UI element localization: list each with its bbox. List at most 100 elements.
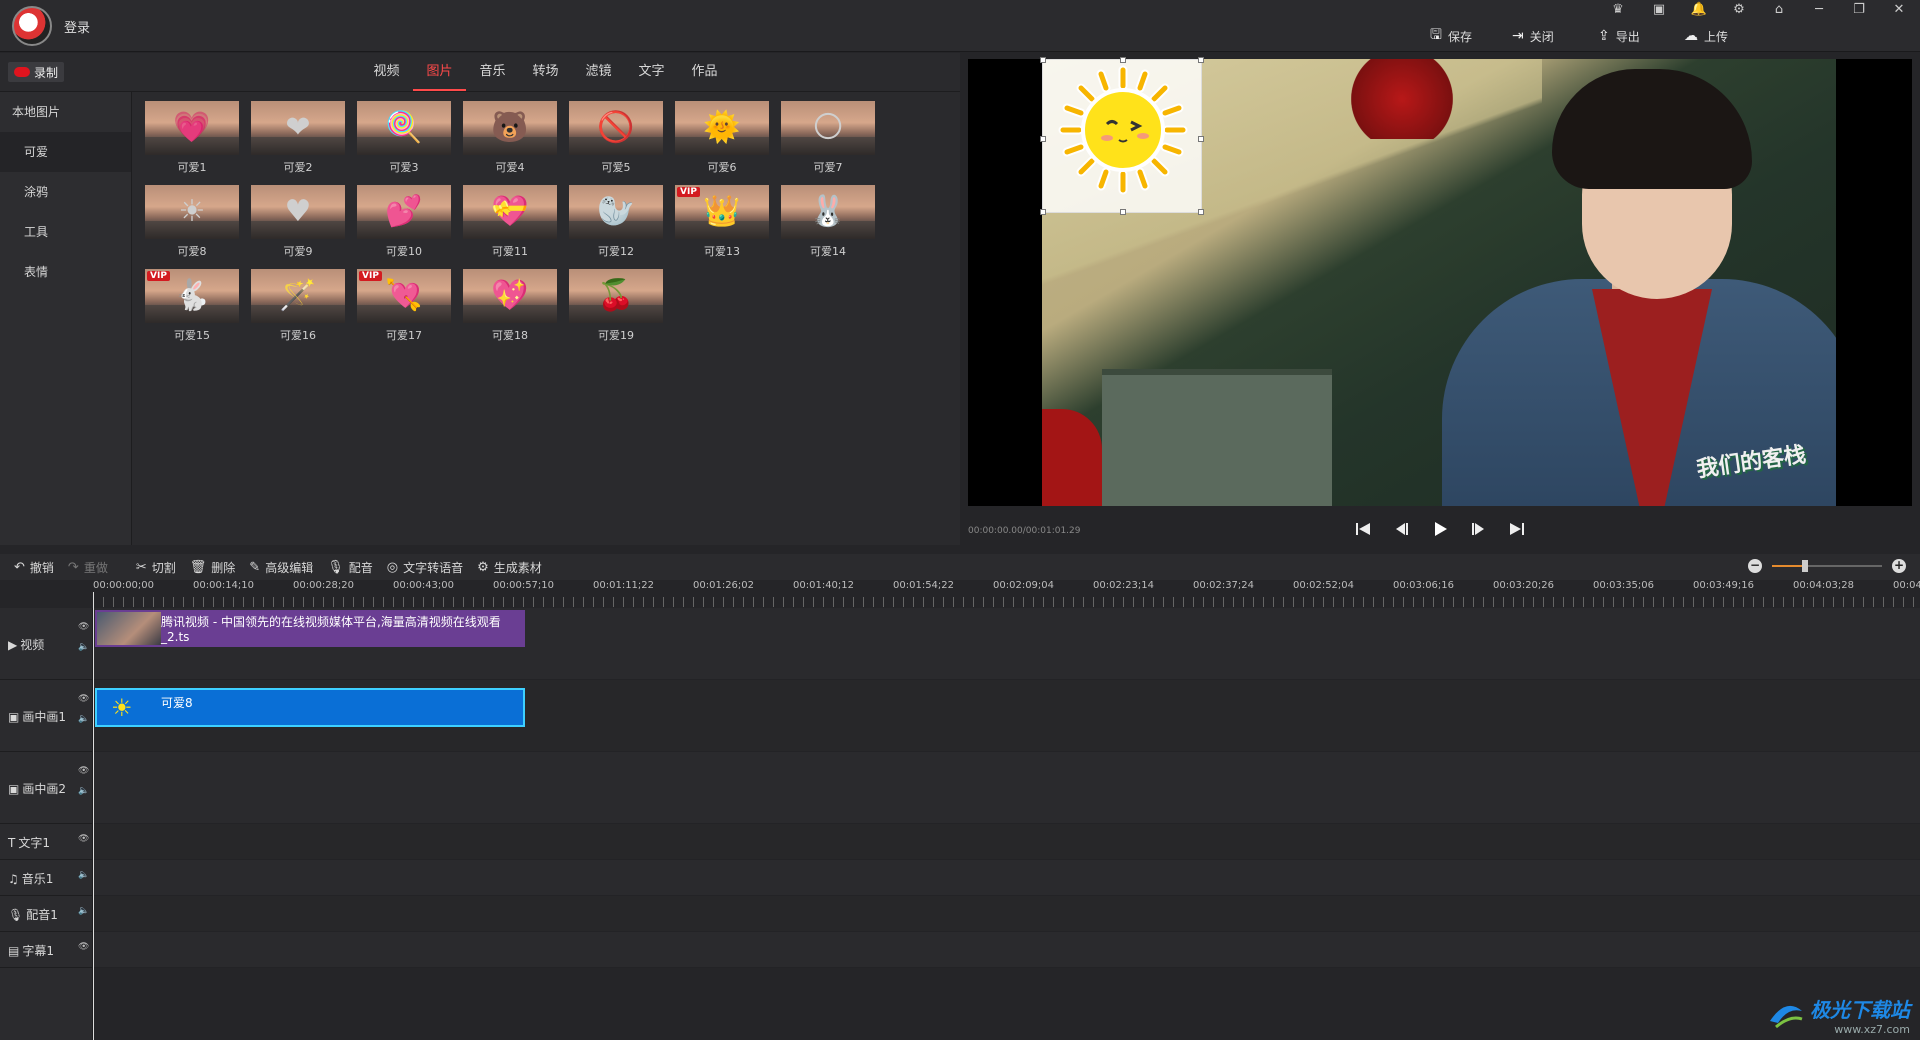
zoom-knob[interactable] [1802,560,1808,572]
resize-handle[interactable] [1120,209,1126,215]
video-clip[interactable]: 腾讯视频 - 中国领先的在线视频媒体平台,海量高清视频在线观看_2.ts [95,610,525,647]
tab-3[interactable]: 转场 [519,53,572,91]
play-button[interactable] [1429,517,1451,541]
sticker-thumb[interactable]: 🐰 可爱14 [781,185,875,265]
eye-icon[interactable]: 👁 [78,834,89,844]
sticker-thumb[interactable]: 🌞 可爱6 [675,101,769,181]
resize-handle[interactable] [1198,209,1204,215]
step-back-button[interactable] [1391,517,1413,541]
track-lane[interactable] [94,752,1920,824]
video-preview[interactable]: 我们的客栈 [968,57,1912,506]
timeline-empty-area[interactable] [0,968,1920,1040]
skip-to-start-button[interactable] [1352,517,1374,541]
speaker-icon[interactable]: 🔈 [78,786,89,796]
panel-splitter[interactable] [0,545,1920,554]
sticker-preview: ♥ [251,185,345,239]
tutorial-icon[interactable]: ▣ [1649,2,1669,20]
sticker-thumb[interactable]: 👑 VIP 可爱13 [675,185,769,265]
speaker-icon[interactable]: 🔈 [78,714,89,724]
speaker-icon[interactable]: 🔈 [78,870,89,880]
tab-4[interactable]: 滤镜 [572,53,625,91]
skin-icon[interactable]: ⌂ [1769,2,1789,20]
microphone-button[interactable]: 🎙 配音 [327,559,373,576]
skip-to-end-button[interactable] [1506,517,1528,541]
zoom-out-icon[interactable]: − [1748,559,1762,573]
sticker-thumb[interactable]: 🚫 可爱5 [569,101,663,181]
speaker-icon[interactable]: 🔈 [78,906,89,916]
record-button[interactable]: 录制 [8,62,64,82]
pencil-button[interactable]: ✎ 高级编辑 [249,559,313,576]
track-lane[interactable]: 腾讯视频 - 中国领先的在线视频媒体平台,海量高清视频在线观看_2.ts [94,608,1920,680]
sticker-thumb[interactable]: 🌕 可爱7 [781,101,875,181]
sidebar-item-3[interactable]: 工具 [0,212,131,252]
sidebar-item-1[interactable]: 可爱 [0,132,131,172]
timeline-ruler[interactable]: 00:00:00;00 00:00:14;10 00:00:28;20 00:00:4… [93,580,1920,608]
bell-icon[interactable]: 🔔 [1689,2,1709,20]
redo-button[interactable]: ↷ 重做 [68,559,108,576]
close-icon[interactable]: ✕ [1889,2,1909,20]
zoom-slider[interactable] [1772,560,1882,572]
track-header: ▤ 字幕1 👁 [0,932,93,968]
sticker-selection-box[interactable] [1040,57,1204,215]
track-lane[interactable] [94,824,1920,860]
upload-button[interactable]: ☁ 上传 [1684,26,1728,46]
sticker-thumb[interactable]: 🪄 可爱16 [251,269,345,349]
sticker-clip[interactable]: ☀ 可爱8 [95,688,525,727]
scissors-button[interactable]: ✂ 切割 [136,559,176,576]
sticker-thumb[interactable]: 🍒 可爱19 [569,269,663,349]
tab-2[interactable]: 音乐 [466,53,519,91]
sticker-thumb[interactable]: 💗 可爱1 [145,101,239,181]
eye-icon[interactable]: 👁 [78,622,89,632]
step-forward-button[interactable] [1468,517,1490,541]
save-button[interactable]: 🖫 保存 [1430,26,1472,46]
sticker-thumb[interactable]: 💕 可爱10 [357,185,451,265]
sidebar-item-4[interactable]: 表情 [0,252,131,292]
eye-icon[interactable]: 👁 [78,694,89,704]
resize-handle[interactable] [1198,136,1204,142]
tab-1[interactable]: 图片 [413,53,466,91]
skip-end-icon [1510,523,1525,535]
gear-icon[interactable]: ⚙ [1729,2,1749,20]
sticker-thumb[interactable]: ☀ 可爱8 [145,185,239,265]
trash-button[interactable]: 🗑 删除 [190,559,236,576]
tab-0[interactable]: 视频 [360,53,413,91]
speaker-icon[interactable]: 🔈 [78,642,89,652]
sticker-thumb[interactable]: ❤ 可爱2 [251,101,345,181]
sticker-thumb[interactable]: 🍭 可爱3 [357,101,451,181]
sticker-thumb[interactable]: 🐻 可爱4 [463,101,557,181]
export-button[interactable]: ⇪ 导出 [1598,26,1640,46]
track-lane[interactable]: ☀ 可爱8 [94,680,1920,752]
sticker-thumb[interactable]: 💖 可爱18 [463,269,557,349]
eye-icon[interactable]: 👁 [78,766,89,776]
resize-handle[interactable] [1040,136,1046,142]
sticker-thumb[interactable]: ♥ 可爱9 [251,185,345,265]
timeline-track: ♫ 音乐1 🔈 [0,860,1920,896]
close-project-button[interactable]: ⇥ 关闭 [1512,26,1554,46]
playhead[interactable] [93,592,94,1040]
track-lane[interactable] [94,860,1920,896]
zoom-in-icon[interactable]: + [1892,559,1906,573]
restore-icon[interactable]: ❐ [1849,2,1869,20]
app-logo[interactable] [12,6,52,46]
resize-handle[interactable] [1198,57,1204,63]
undo-button[interactable]: ↶ 撤销 [14,559,54,576]
tts-button[interactable]: ◎ 文字转语音 [387,559,463,576]
sidebar-item-2[interactable]: 涂鸦 [0,172,131,212]
eye-icon[interactable]: 👁 [78,942,89,952]
track-lane[interactable] [94,896,1920,932]
track-lane[interactable] [94,932,1920,968]
resize-handle[interactable] [1040,57,1046,63]
tab-6[interactable]: 作品 [678,53,731,91]
resize-handle[interactable] [1120,57,1126,63]
sidebar-item-0[interactable]: 本地图片 [0,92,131,132]
tab-5[interactable]: 文字 [625,53,678,91]
vip-crown-icon[interactable]: ♛ [1608,2,1628,20]
sticker-thumb[interactable]: 🐇 VIP 可爱15 [145,269,239,349]
material-button[interactable]: ⚙ 生成素材 [477,559,542,576]
sticker-thumb[interactable]: 🦭 可爱12 [569,185,663,265]
sticker-thumb[interactable]: 💘 VIP 可爱17 [357,269,451,349]
login-link[interactable]: 登录 [64,17,90,36]
resize-handle[interactable] [1040,209,1046,215]
sticker-thumb[interactable]: 💝 可爱11 [463,185,557,265]
minimize-icon[interactable]: ─ [1809,2,1829,20]
